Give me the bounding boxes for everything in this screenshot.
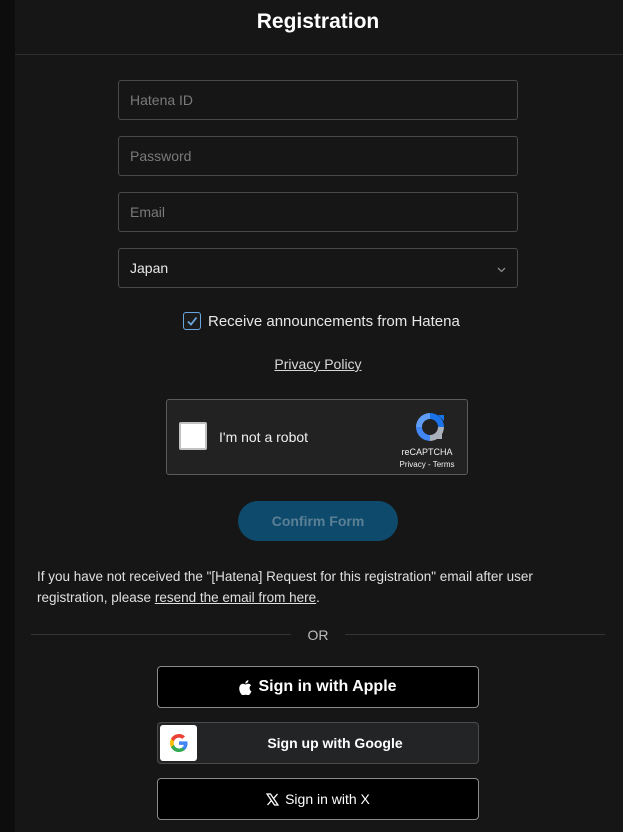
chevron-down-icon xyxy=(496,262,507,278)
notice-text-after: . xyxy=(316,590,320,605)
sign-in-with-apple-button[interactable]: Sign in with Apple xyxy=(157,666,479,708)
recaptcha-separator: - xyxy=(425,460,433,469)
recaptcha-brand: reCAPTCHA xyxy=(401,447,453,457)
country-select-value: Japan xyxy=(130,260,169,276)
google-button-label: Sign up with Google xyxy=(267,735,403,751)
registration-panel: Registration Japan Receive announcements… xyxy=(15,0,623,832)
resend-notice: If you have not received the "[Hatena] R… xyxy=(37,566,607,608)
hatena-id-input[interactable] xyxy=(118,80,518,120)
recaptcha-links: Privacy - Terms xyxy=(387,460,467,469)
sign-up-with-google-button[interactable]: Sign up with Google xyxy=(157,722,479,764)
announcements-option[interactable]: Receive announcements from Hatena xyxy=(183,312,460,330)
recaptcha-checkbox[interactable] xyxy=(179,422,207,450)
recaptcha-terms-link[interactable]: Terms xyxy=(433,460,455,469)
x-icon xyxy=(266,792,280,806)
announcements-label: Receive announcements from Hatena xyxy=(208,312,460,330)
google-icon xyxy=(160,725,197,761)
apple-button-label: Sign in with Apple xyxy=(258,678,397,695)
divider-line-right xyxy=(345,634,605,635)
announcements-checkbox[interactable] xyxy=(183,312,201,330)
recaptcha-widget: I'm not a robot reCAPTCHA Privacy - Term… xyxy=(166,399,468,475)
privacy-policy-link[interactable]: Privacy Policy xyxy=(15,356,621,372)
header: Registration xyxy=(15,0,623,55)
apple-icon xyxy=(239,679,252,695)
sign-in-with-x-button[interactable]: Sign in with X xyxy=(157,778,479,820)
password-input[interactable] xyxy=(118,136,518,176)
page-title: Registration xyxy=(256,10,380,33)
check-icon xyxy=(187,316,198,326)
email-input[interactable] xyxy=(118,192,518,232)
recaptcha-privacy-link[interactable]: Privacy xyxy=(400,460,426,469)
x-button-label: Sign in with X xyxy=(285,791,370,807)
confirm-form-button[interactable]: Confirm Form xyxy=(238,501,398,541)
recaptcha-label: I'm not a robot xyxy=(219,429,309,445)
recaptcha-icon xyxy=(413,410,447,449)
or-divider: OR xyxy=(307,627,329,643)
resend-email-link[interactable]: resend the email from here xyxy=(155,590,316,605)
country-select[interactable]: Japan xyxy=(118,248,518,288)
